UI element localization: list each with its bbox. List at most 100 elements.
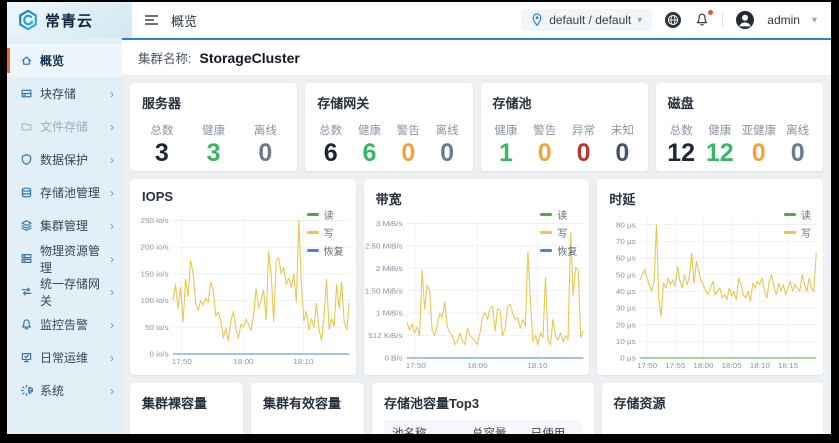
- sidebar-item-system[interactable]: 系统 ›: [7, 374, 122, 407]
- stat-label: 未知: [605, 122, 639, 138]
- app-logo: 常青云: [7, 2, 132, 38]
- stat-card-title: 存储网关: [305, 83, 472, 112]
- sidebar-item-unified-storage-gateway[interactable]: 统一存储网关›: [7, 275, 122, 308]
- stat-card: 磁盘总数12健康12亚健康0离线0: [656, 83, 823, 171]
- sidebar-item-cluster-mgmt[interactable]: 集群管理 ›: [7, 209, 122, 242]
- svg-text:0 μs: 0 μs: [621, 354, 636, 363]
- stat-value: 0: [605, 139, 639, 168]
- stat-card-title: 服务器: [130, 83, 297, 112]
- pool-table-header: 总容量: [464, 420, 523, 434]
- legend-item-恢复[interactable]: 恢复: [307, 243, 344, 258]
- language-icon[interactable]: [664, 11, 682, 29]
- legend-item-读[interactable]: 读: [540, 207, 577, 222]
- svg-text:2 MiB/s: 2 MiB/s: [376, 264, 403, 273]
- location-pin-icon: [531, 13, 543, 27]
- stat-磁盘-离线: 离线0: [781, 122, 815, 168]
- stat-label: 亚健康: [741, 122, 776, 138]
- sidebar-item-physical-resource-mgmt[interactable]: 物理资源管理›: [7, 242, 122, 275]
- chevron-right-icon: ›: [110, 319, 114, 331]
- stat-存储网关-警告: 警告0: [391, 122, 425, 168]
- legend-swatch: [784, 213, 796, 216]
- stat-value: 6: [314, 139, 348, 168]
- effective-capacity-title: 集群有效容量: [251, 383, 364, 412]
- stat-label: 警告: [391, 122, 425, 138]
- sidebar-item-daily-ops[interactable]: 日常运维›: [7, 341, 122, 374]
- stat-card-title: 磁盘: [656, 83, 823, 112]
- svg-text:1 MiB/s: 1 MiB/s: [376, 309, 403, 318]
- cluster-name-strip: 集群名称: StorageCluster: [122, 40, 831, 75]
- chevron-right-icon: ›: [110, 154, 114, 166]
- sidebar-item-overview[interactable]: 概览: [7, 44, 122, 77]
- svg-text:70 μs: 70 μs: [616, 237, 636, 246]
- stat-label: 离线: [781, 122, 815, 138]
- stat-label: 总数: [664, 122, 698, 138]
- svg-text:50 μs: 50 μs: [616, 271, 636, 280]
- stat-card: 存储网关总数6健康6警告0离线0: [305, 83, 472, 171]
- legend-item-读[interactable]: 读: [784, 207, 811, 222]
- stat-value: 0: [528, 139, 562, 168]
- sidebar-item-label: 集群管理: [40, 217, 88, 234]
- stat-服务器-健康: 健康3: [197, 122, 231, 168]
- legend-item-写[interactable]: 写: [784, 225, 811, 240]
- stat-存储网关-健康: 健康6: [352, 122, 386, 168]
- chevron-down-icon: ▾: [637, 15, 642, 26]
- legend-label: 读: [324, 207, 334, 222]
- app-window: 常青云 概览 default / default ▾: [7, 2, 831, 434]
- chevron-right-icon: ›: [110, 385, 114, 397]
- sidebar-item-label: 存储池管理: [40, 184, 100, 201]
- raw-capacity-title: 集群裸容量: [130, 383, 243, 412]
- sidebar-item-label: 物理资源管理: [40, 242, 103, 276]
- stat-label: 离线: [248, 122, 282, 138]
- svg-text:18:10: 18:10: [527, 361, 548, 370]
- user-menu-caret-icon[interactable]: ▾: [812, 15, 817, 26]
- legend-item-写[interactable]: 写: [540, 225, 577, 240]
- chevron-right-icon: ›: [110, 187, 114, 199]
- legend-swatch: [540, 249, 552, 252]
- menu-toggle-icon[interactable]: [144, 14, 159, 26]
- sidebar-item-storage-pool-mgmt[interactable]: 存储池管理 ›: [7, 176, 122, 209]
- svg-text:10 μs: 10 μs: [616, 337, 636, 346]
- svg-text:17:50: 17:50: [637, 361, 658, 370]
- file-storage-icon: [20, 120, 33, 133]
- stat-label: 离线: [430, 122, 464, 138]
- sidebar-item-block-storage[interactable]: 块存储›: [7, 77, 122, 110]
- chart-card-IOPS: IOPS读写恢复0 io/s50 io/s100 io/s150 io/s200…: [130, 179, 356, 375]
- home-icon: [20, 54, 33, 67]
- sidebar-item-label: 监控告警: [40, 316, 88, 333]
- pool-top3-title: 存储池容量Top3: [372, 383, 594, 412]
- stat-value: 6: [352, 139, 386, 168]
- svg-text:80 μs: 80 μs: [616, 221, 636, 230]
- stat-card: 服务器总数3健康3离线0: [130, 83, 297, 171]
- notifications-bell-icon[interactable]: [694, 12, 710, 28]
- legend-swatch: [540, 231, 552, 234]
- gateway-icon: [20, 285, 33, 298]
- sidebar-item-file-storage[interactable]: 文件存储›: [7, 110, 122, 143]
- legend-item-写[interactable]: 写: [307, 225, 344, 240]
- stat-value: 3: [145, 139, 179, 168]
- avatar: [735, 10, 755, 30]
- svg-text:60 μs: 60 μs: [616, 254, 636, 263]
- sidebar-item-label: 系统: [40, 382, 64, 399]
- sidebar-item-monitoring-alarm[interactable]: 监控告警 ›: [7, 308, 122, 341]
- stat-value: 0: [391, 139, 425, 168]
- pool-table-header: 已使用: [523, 420, 582, 434]
- scope-value: default / default: [549, 13, 631, 27]
- gear-icon: [20, 384, 33, 397]
- chart-title: IOPS: [130, 179, 356, 204]
- svg-text:0 B/s: 0 B/s: [384, 354, 402, 363]
- svg-text:40 μs: 40 μs: [616, 287, 636, 296]
- scope-selector[interactable]: default / default ▾: [521, 9, 652, 31]
- main-content: 集群名称: StorageCluster 服务器总数3健康3离线0存储网关总数6…: [122, 38, 831, 434]
- sidebar-item-label: 块存储: [40, 85, 76, 102]
- chevron-right-icon: ›: [110, 220, 114, 232]
- stat-value: 0: [430, 139, 464, 168]
- chevron-right-icon: ›: [110, 121, 114, 133]
- svg-text:18:00: 18:00: [467, 361, 488, 370]
- legend-item-读[interactable]: 读: [307, 207, 344, 222]
- chart-legend: 读写: [784, 207, 811, 240]
- sidebar-item-label: 统一存储网关: [40, 275, 103, 309]
- svg-text:0 io/s: 0 io/s: [149, 350, 168, 359]
- sidebar-item-data-protection[interactable]: 数据保护›: [7, 143, 122, 176]
- stat-存储网关-总数: 总数6: [314, 122, 348, 168]
- legend-item-恢复[interactable]: 恢复: [540, 243, 577, 258]
